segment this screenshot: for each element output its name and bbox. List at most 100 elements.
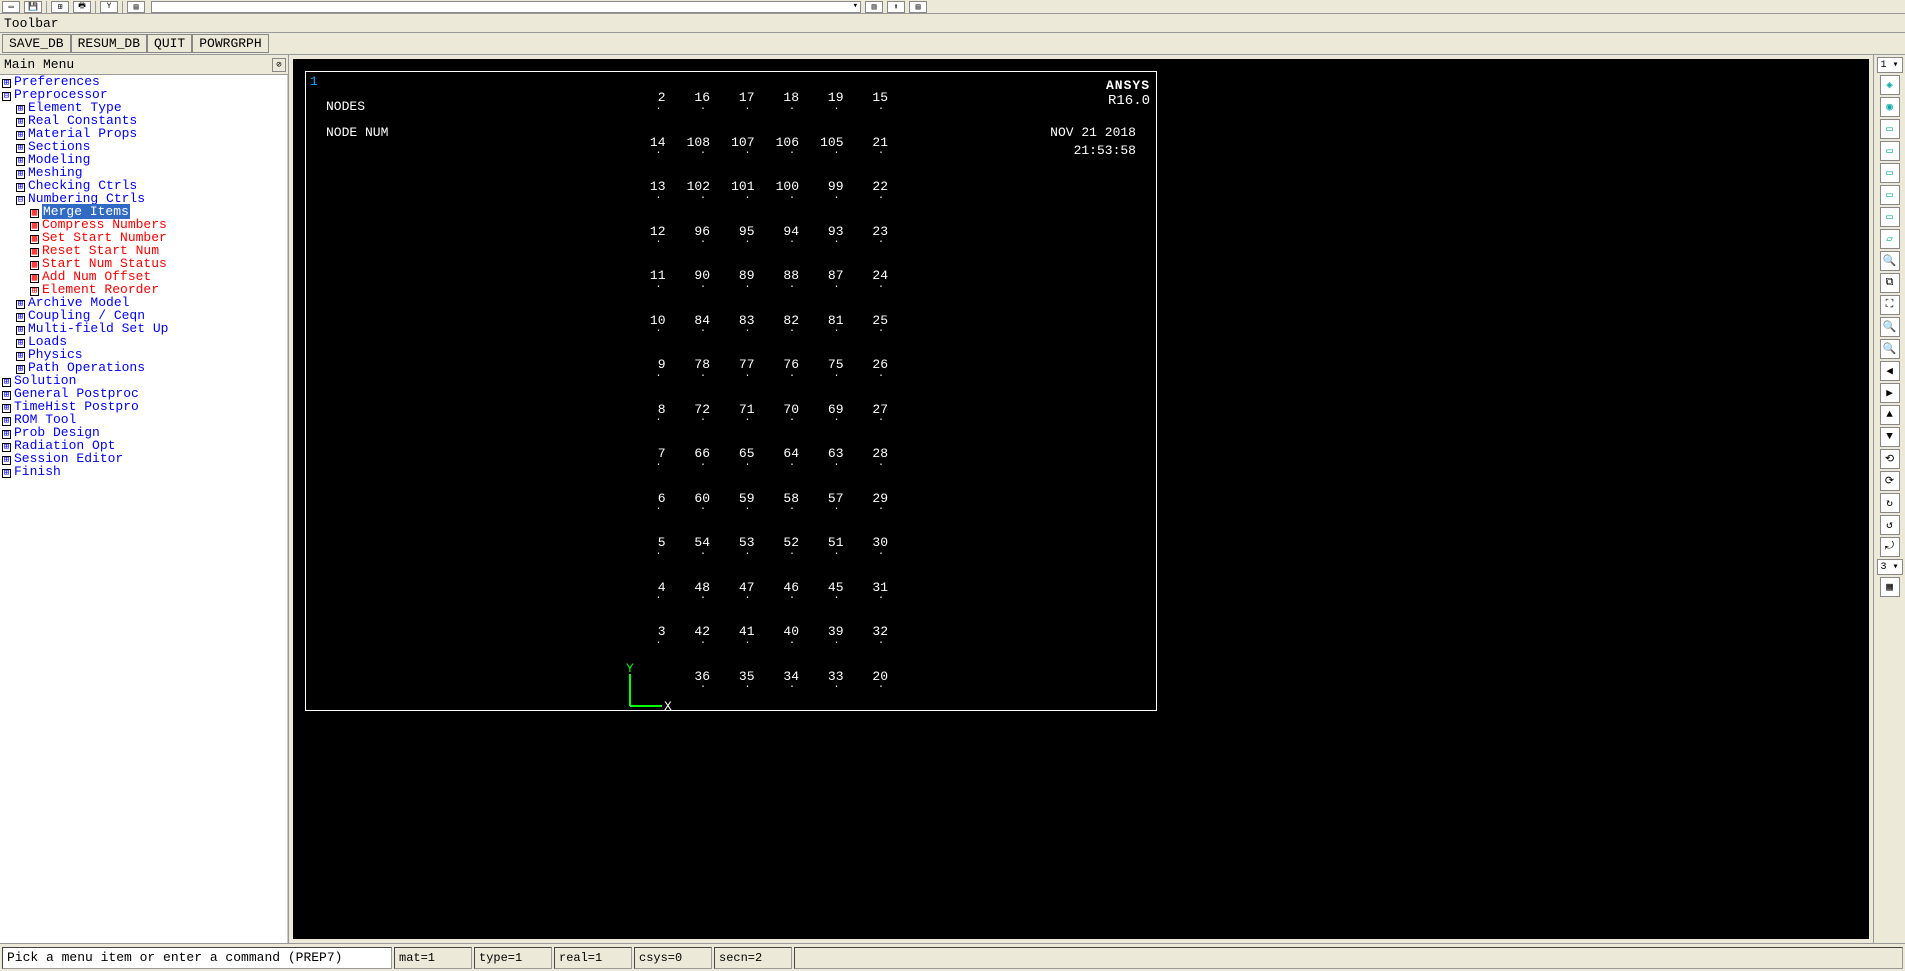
node-number: 84. (666, 313, 711, 358)
rotate-y-icon[interactable]: ⟳ (1880, 471, 1900, 491)
expand-icon[interactable]: ⊞ (2, 469, 11, 478)
pan-left-icon[interactable]: ◀ (1880, 361, 1900, 381)
pan-right-icon[interactable]: ▶ (1880, 383, 1900, 403)
expand-icon[interactable]: ⊞ (16, 157, 25, 166)
multi-plot-icon[interactable]: ▦ (1880, 577, 1900, 597)
quit-button[interactable]: QUIT (147, 34, 192, 53)
tool-c-icon[interactable]: ▤ (909, 1, 927, 13)
expand-icon[interactable]: ▦ (30, 235, 39, 244)
expand-icon[interactable]: ⊞ (16, 300, 25, 309)
zoom-win-icon[interactable]: 🔍 (1880, 317, 1900, 337)
expand-icon[interactable]: ⊞ (16, 105, 25, 114)
node-number: 60. (666, 491, 711, 536)
oblique-view-icon[interactable]: ▱ (1880, 229, 1900, 249)
expand-icon[interactable]: ▦ (30, 209, 39, 218)
filter-icon[interactable]: Y (100, 1, 118, 13)
node-number: 15. (844, 90, 889, 135)
node-number: 88. (755, 268, 800, 313)
plot-timestamp: NOV 21 2018 21:53:58 (1050, 124, 1136, 160)
tree-item-label: Finish (14, 464, 61, 479)
node-number: 19. (799, 90, 844, 135)
status-bar: Pick a menu item or enter a command (PRE… (0, 943, 1905, 971)
node-number: 12. (621, 224, 666, 269)
expand-icon[interactable]: ⊞ (2, 391, 11, 400)
separator (46, 1, 47, 13)
node-number: 45. (799, 580, 844, 625)
node-number: 23. (844, 224, 889, 269)
main-menu-tree[interactable]: ⊞Preferences⊟Preprocessor⊞Element Type⊞R… (0, 75, 288, 943)
rotate-x-icon[interactable]: ⟲ (1880, 449, 1900, 469)
node-number: 95. (710, 224, 755, 269)
zoom-in-icon[interactable]: 🔍 (1880, 251, 1900, 271)
print-icon[interactable]: 🖶 (73, 1, 91, 13)
collapse-icon[interactable]: ⊘ (272, 58, 286, 72)
expand-icon[interactable]: ⊞ (16, 326, 25, 335)
expand-icon[interactable]: ⊟ (2, 92, 11, 101)
pan-up-icon[interactable]: ▲ (1880, 405, 1900, 425)
right-view-icon[interactable]: ▭ (1880, 163, 1900, 183)
command-prompt[interactable]: Pick a menu item or enter a command (PRE… (2, 947, 392, 969)
expand-icon[interactable]: ▦ (30, 274, 39, 283)
rotate-zc-icon[interactable]: ⤾ (1880, 537, 1900, 557)
node-number: 96. (666, 224, 711, 269)
status-type: type=1 (474, 947, 552, 969)
node-number: 82. (755, 313, 800, 358)
status-real: real=1 (554, 947, 632, 969)
graphics-viewport[interactable]: 1 NODES NODE NUM ANSYS R16.0 NOV 21 2018… (293, 59, 1869, 939)
expand-icon[interactable]: ⊞ (2, 404, 11, 413)
plot-labels: NODES NODE NUM (326, 94, 388, 146)
front-view-icon[interactable]: ▭ (1880, 119, 1900, 139)
expand-icon[interactable]: ▦ (30, 261, 39, 270)
expand-icon[interactable]: ⊞ (16, 313, 25, 322)
expand-icon[interactable]: ⊞ (16, 144, 25, 153)
window-select-bot[interactable]: 3 ▾ (1877, 559, 1903, 575)
expand-icon[interactable]: ⊞ (2, 456, 11, 465)
node-number: 25. (844, 313, 889, 358)
expand-icon[interactable]: ⊞ (16, 352, 25, 361)
fit-view-icon[interactable]: ◉ (1880, 97, 1900, 117)
tool-b-icon[interactable]: ⬆ (887, 1, 905, 13)
rotate-yc-icon[interactable]: ↺ (1880, 515, 1900, 535)
iso-view-icon[interactable]: ◈ (1880, 75, 1900, 95)
ansys-logo: ANSYS R16.0 (1106, 78, 1150, 109)
back-view-icon[interactable]: ▭ (1880, 185, 1900, 205)
expand-icon[interactable]: ⊞ (16, 183, 25, 192)
zoom-fit-icon[interactable]: ⛶ (1880, 295, 1900, 315)
expand-icon[interactable]: ⊞ (2, 430, 11, 439)
expand-icon[interactable]: ⊞ (2, 79, 11, 88)
report-icon[interactable]: ▤ (127, 1, 145, 13)
expand-icon[interactable]: ⊞ (16, 170, 25, 179)
expand-icon[interactable]: ⊞ (2, 443, 11, 452)
node-number: 83. (710, 313, 755, 358)
window-select-top[interactable]: 1 ▾ (1877, 57, 1903, 73)
expand-icon[interactable]: ⊞ (16, 118, 25, 127)
node-number-grid: 2.16.17.18.19.15.14.108.107.106.105.21.1… (621, 90, 888, 713)
command-combo[interactable] (151, 1, 861, 13)
expand-icon[interactable]: ▦ (30, 248, 39, 257)
pan-down-icon[interactable]: ▼ (1880, 427, 1900, 447)
expand-icon[interactable]: ▦ (30, 222, 39, 231)
pan-icon[interactable]: ⊞ (51, 1, 69, 13)
top-view-icon[interactable]: ▭ (1880, 141, 1900, 161)
rotate-z-icon[interactable]: ↻ (1880, 493, 1900, 513)
expand-icon[interactable]: ⊞ (16, 339, 25, 348)
node-number: 53. (710, 535, 755, 580)
zoom-out-icon[interactable]: 🔍 (1880, 339, 1900, 359)
node-number: 40. (755, 624, 800, 669)
tree-item[interactable]: ⊞Finish (0, 465, 287, 478)
main-menu-panel: Main Menu ⊘ ⊞Preferences⊟Preprocessor⊞El… (0, 55, 289, 943)
expand-icon[interactable]: ⊞ (2, 378, 11, 387)
expand-icon[interactable]: ⊟ (16, 196, 25, 205)
left-view-icon[interactable]: ▭ (1880, 207, 1900, 227)
expand-icon[interactable]: ⊞ (2, 417, 11, 426)
open-icon[interactable]: ▭ (2, 1, 20, 13)
node-number: 31. (844, 580, 889, 625)
node-number: 41. (710, 624, 755, 669)
resum-db-button[interactable]: RESUM_DB (71, 34, 147, 53)
powrgrph-button[interactable]: POWRGRPH (192, 34, 268, 53)
zoom-box-icon[interactable]: ⧉ (1880, 273, 1900, 293)
save-icon[interactable]: 💾 (24, 1, 42, 13)
save-db-button[interactable]: SAVE_DB (2, 34, 71, 53)
expand-icon[interactable]: ⊞ (16, 131, 25, 140)
tool-a-icon[interactable]: ▥ (865, 1, 883, 13)
